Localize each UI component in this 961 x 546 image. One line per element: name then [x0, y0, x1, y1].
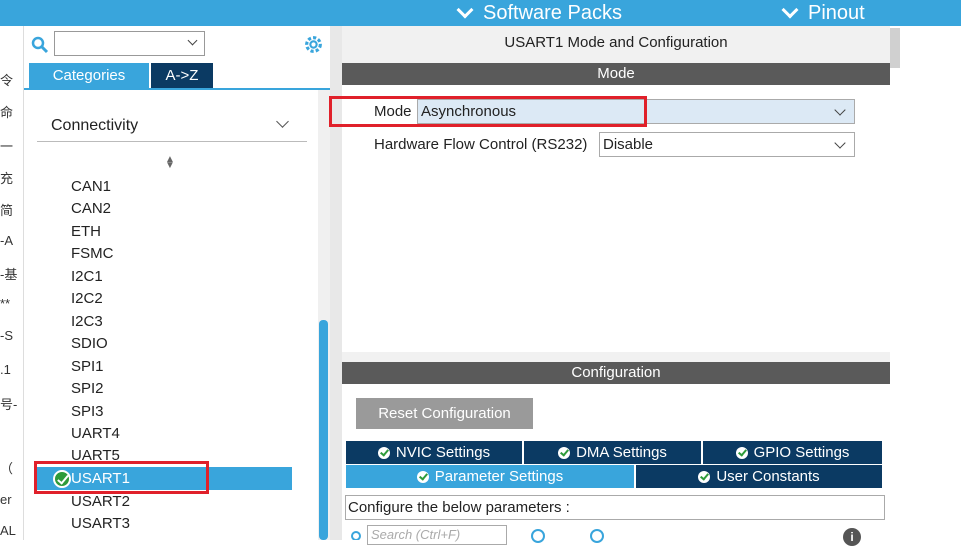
edge-text: 号- [0, 397, 18, 412]
peripheral-item[interactable]: SPI2 [71, 378, 104, 400]
edge-text: 命 [0, 105, 14, 120]
highlight-box-usart1 [34, 461, 209, 494]
search-icon [31, 36, 49, 54]
tab-label: GPIO Settings [753, 444, 850, 461]
scrollbar-thumb[interactable] [319, 320, 328, 540]
category-tabs: Categories A->Z [24, 63, 330, 90]
software-packs-menu[interactable]: Software Packs [456, 0, 622, 26]
background-window-edge: 令 命 一 充 简 -A -基 ** -S .1 号- （ er AL [0, 26, 24, 540]
tab-label: DMA Settings [576, 444, 667, 461]
software-packs-label: Software Packs [483, 2, 622, 24]
peripheral-item[interactable]: I2C2 [71, 288, 103, 310]
tab-label: NVIC Settings [395, 444, 491, 461]
tab-categories[interactable]: Categories [29, 63, 149, 88]
category-connectivity[interactable]: Connectivity [51, 117, 138, 135]
edge-text: ** [0, 296, 11, 311]
pinout-menu[interactable]: Pinout [781, 0, 865, 26]
peripheral-item[interactable]: I2C3 [71, 311, 103, 333]
edge-text: er [0, 492, 12, 507]
hw-flow-label: Hardware Flow Control (RS232) [374, 136, 588, 153]
search-icon [351, 531, 361, 540]
chevron-down-icon [456, 1, 474, 19]
edge-text: -A [0, 233, 13, 248]
info-icon[interactable]: i [843, 528, 861, 546]
chevron-down-icon[interactable] [834, 137, 846, 149]
tab-a-to-z[interactable]: A->Z [151, 63, 213, 88]
parameter-search-input[interactable]: Search (Ctrl+F) [367, 525, 507, 545]
peripheral-item[interactable]: USART2 [71, 491, 130, 513]
check-icon [558, 446, 571, 459]
collapse-icon[interactable] [590, 529, 604, 543]
gear-icon[interactable] [303, 34, 324, 55]
panel-title: USART1 Mode and Configuration [504, 34, 728, 51]
check-icon [698, 470, 711, 483]
chevron-down-icon[interactable] [187, 35, 198, 46]
peripheral-item[interactable]: UART4 [71, 423, 120, 445]
edge-text: 简 [0, 203, 14, 218]
hw-flow-value: Disable [603, 136, 654, 153]
search-input[interactable] [54, 31, 205, 56]
edge-text: 充 [0, 171, 14, 186]
reset-configuration-button[interactable]: Reset Configuration [356, 398, 533, 429]
peripheral-item[interactable]: SPI1 [71, 356, 104, 378]
tab-user-constants[interactable]: User Constants [636, 465, 882, 488]
peripheral-item[interactable]: CAN1 [71, 176, 111, 198]
tab-parameter-settings[interactable]: Parameter Settings [346, 465, 634, 488]
parameter-instructions: Configure the below parameters : [345, 495, 885, 520]
edge-text: .1 [0, 362, 11, 377]
check-icon [416, 470, 429, 483]
peripheral-item[interactable]: FSMC [71, 243, 114, 265]
collapse-arrow-icon[interactable] [890, 28, 900, 68]
edge-text: -基 [0, 267, 18, 282]
edge-text: （ [0, 461, 14, 476]
expand-icon[interactable] [531, 529, 545, 543]
mode-header: Mode [342, 63, 890, 85]
tab-gpio-settings[interactable]: GPIO Settings [703, 441, 882, 464]
highlight-box-mode [329, 96, 647, 127]
tab-label: User Constants [716, 468, 820, 485]
edge-text: 一 [0, 139, 14, 154]
chevron-down-icon[interactable] [834, 104, 846, 116]
edge-text: 令 [0, 73, 14, 88]
chevron-down-icon [781, 1, 799, 19]
check-icon [377, 446, 390, 459]
configuration-header: Configuration [342, 362, 890, 384]
peripheral-item[interactable]: SPI3 [71, 401, 104, 423]
divider [37, 141, 307, 142]
sort-icon[interactable]: ▲ ▼ [165, 155, 175, 171]
peripheral-item[interactable]: CAN2 [71, 198, 111, 220]
peripheral-item[interactable]: USART3 [71, 513, 130, 535]
tab-dma-settings[interactable]: DMA Settings [524, 441, 701, 464]
hw-flow-select[interactable]: Disable [599, 132, 855, 157]
peripheral-item[interactable]: ETH [71, 221, 101, 243]
check-icon [735, 446, 748, 459]
right-edge-area [890, 26, 961, 540]
tab-label: Parameter Settings [434, 468, 564, 485]
pinout-label: Pinout [808, 2, 865, 24]
edge-text: AL [0, 523, 16, 538]
edge-text: -S [0, 328, 13, 343]
tab-nvic-settings[interactable]: NVIC Settings [346, 441, 522, 464]
peripheral-item[interactable]: SDIO [71, 333, 108, 355]
peripheral-item[interactable]: I2C1 [71, 266, 103, 288]
